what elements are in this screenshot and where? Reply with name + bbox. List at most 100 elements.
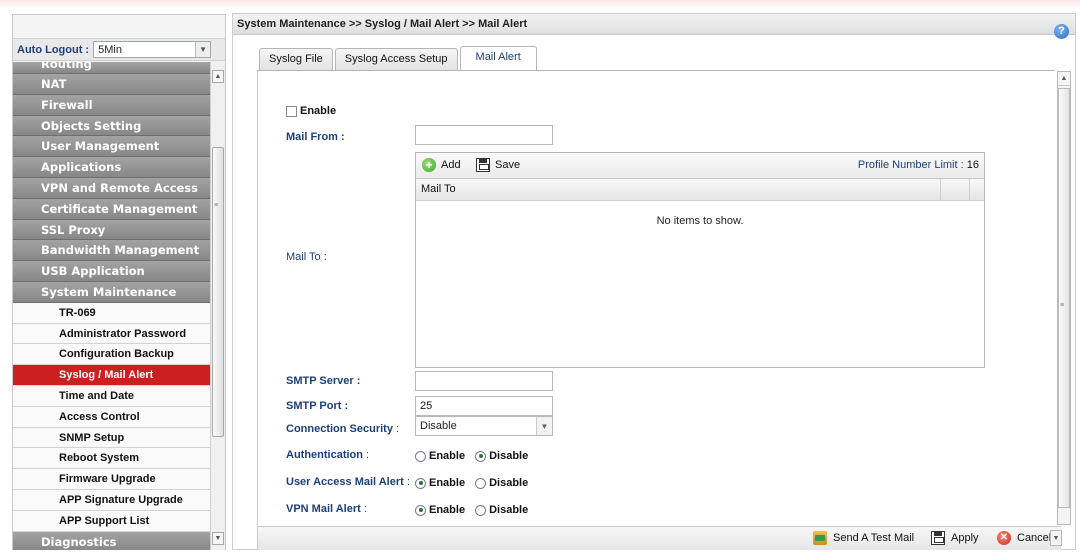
sidebar: Auto Logout : 5Min ▼ Routing NAT Firewall O… xyxy=(12,14,226,550)
cancel-button[interactable]: ✕ Cancel xyxy=(997,531,1051,545)
user-access-disable-option[interactable]: Disable xyxy=(475,477,528,489)
sidebar-scroll-thumb[interactable] xyxy=(212,147,224,437)
sidebar-scrollbar[interactable]: ▲ ≡ ▼ xyxy=(210,62,225,550)
sidebar-item-tr-069[interactable]: TR-069 xyxy=(13,302,211,324)
vpn-enable-radio[interactable] xyxy=(415,504,426,516)
user-access-disable-radio[interactable] xyxy=(475,477,487,489)
authentication-enable-option[interactable]: Enable xyxy=(415,450,465,462)
option-label: Enable xyxy=(429,477,466,489)
authentication-radio-group: Enable Disable xyxy=(415,450,538,462)
breadcrumb: System Maintenance >> Syslog / Mail Aler… xyxy=(233,14,1075,35)
send-test-mail-label: Send A Test Mail xyxy=(833,532,915,544)
scroll-down-icon[interactable]: ▼ xyxy=(212,532,224,545)
footer-bar: Send A Test Mail Apply ✕ Cancel ▼ xyxy=(257,526,1062,550)
sidebar-item-firewall[interactable]: Firewall xyxy=(13,94,211,116)
sidebar-item-app-signature-upgrade[interactable]: APP Signature Upgrade xyxy=(13,489,211,511)
tab-syslog-access-setup[interactable]: Syslog Access Setup xyxy=(334,48,458,70)
help-icon[interactable]: ? xyxy=(1054,24,1069,39)
smtp-port-label: SMTP Port : xyxy=(286,400,349,412)
grid-column-header[interactable]: Mail To xyxy=(416,179,984,201)
option-label: Disable xyxy=(489,450,529,462)
chevron-down-icon: ▼ xyxy=(536,417,552,435)
user-access-text: User Access Mail Alert xyxy=(286,476,404,488)
sidebar-header xyxy=(13,15,225,39)
mail-from-input[interactable] xyxy=(415,125,553,145)
authentication-disable-radio[interactable] xyxy=(475,450,487,462)
save-icon xyxy=(931,531,945,545)
save-label: Save xyxy=(495,159,521,171)
sidebar-item-app-support-list[interactable]: APP Support List xyxy=(13,510,211,532)
empty-message: No items to show. xyxy=(656,215,744,227)
sidebar-item-routing[interactable]: Routing xyxy=(13,62,211,74)
authentication-enable-radio[interactable] xyxy=(415,450,426,462)
sidebar-item-syslog-mail-alert[interactable]: Syslog / Mail Alert xyxy=(13,365,211,386)
vpn-disable-radio[interactable] xyxy=(475,504,487,516)
sidebar-item-certificate-management[interactable]: Certificate Management xyxy=(13,198,211,220)
scroll-down-icon[interactable]: ▼ xyxy=(1050,530,1062,546)
add-label: Add xyxy=(441,159,461,171)
add-button[interactable]: + Add xyxy=(422,158,461,172)
auto-logout-label: Auto Logout : xyxy=(17,43,90,56)
auto-logout-select[interactable]: 5Min ▼ xyxy=(93,41,212,58)
sidebar-item-access-control[interactable]: Access Control xyxy=(13,406,211,428)
scroll-up-icon[interactable]: ▲ xyxy=(1058,72,1070,86)
sidebar-item-applications[interactable]: Applications xyxy=(13,157,211,178)
sidebar-item-bandwidth-management[interactable]: Bandwidth Management xyxy=(13,240,211,262)
colon: : xyxy=(403,476,410,488)
user-access-enable-option[interactable]: Enable xyxy=(415,477,465,489)
scroll-up-icon[interactable]: ▲ xyxy=(212,70,224,83)
sidebar-item-user-management[interactable]: User Management xyxy=(13,136,211,158)
sidebar-item-vpn-and-remote-access[interactable]: VPN and Remote Access xyxy=(13,177,211,199)
connection-security-label: Connection Security : xyxy=(286,423,399,435)
tab-syslog-file[interactable]: Syslog File xyxy=(259,48,333,70)
mail-alert-form: Enable Mail From : Mail To : + Add Save … xyxy=(257,71,1055,525)
scroll-grip-icon: ≡ xyxy=(1060,302,1065,309)
column-mail-to: Mail To xyxy=(421,183,456,195)
sidebar-item-nat[interactable]: NAT xyxy=(13,74,211,95)
smtp-server-input[interactable] xyxy=(415,371,553,391)
scroll-grip-icon: ≡ xyxy=(214,202,219,209)
colon: : xyxy=(392,423,400,435)
connection-security-select[interactable]: Disable ▼ xyxy=(415,416,553,436)
authentication-disable-option[interactable]: Disable xyxy=(475,450,528,462)
cancel-icon: ✕ xyxy=(997,531,1011,545)
vpn-radio-group: Enable Disable xyxy=(415,504,538,516)
content-scroll-thumb[interactable] xyxy=(1058,88,1070,508)
sidebar-item-ssl-proxy[interactable]: SSL Proxy xyxy=(13,219,211,241)
colon: : xyxy=(360,503,367,515)
vpn-enable-option[interactable]: Enable xyxy=(415,504,465,516)
main-panel: System Maintenance >> Syslog / Mail Aler… xyxy=(232,13,1076,550)
enable-checkbox[interactable] xyxy=(286,105,297,117)
vpn-text: VPN Mail Alert xyxy=(286,503,361,515)
user-access-enable-radio[interactable] xyxy=(415,477,426,489)
sidebar-item-snmp-setup[interactable]: SNMP Setup xyxy=(13,427,211,449)
grid-toolbar: + Add Save Profile Number Limit : 16 xyxy=(416,153,984,179)
sidebar-item-objects-setting[interactable]: Objects Setting xyxy=(13,115,211,137)
sidebar-item-administrator-password[interactable]: Administrator Password xyxy=(13,323,211,345)
option-label: Disable xyxy=(489,477,529,489)
enable-row: Enable xyxy=(286,105,336,117)
auto-logout-value: 5Min xyxy=(98,43,122,56)
mail-from-label: Mail From : xyxy=(286,131,345,143)
sidebar-item-diagnostics[interactable]: Diagnostics xyxy=(13,531,211,550)
save-button[interactable]: Save xyxy=(476,158,520,172)
sidebar-item-configuration-backup[interactable]: Configuration Backup xyxy=(13,344,211,366)
send-test-mail-button[interactable]: Send A Test Mail xyxy=(813,531,914,545)
apply-button[interactable]: Apply xyxy=(931,531,979,545)
add-icon: + xyxy=(422,158,436,172)
connection-security-text: Connection Security xyxy=(286,423,393,435)
sidebar-item-reboot-system[interactable]: Reboot System xyxy=(13,448,211,470)
top-strip xyxy=(0,0,1080,8)
sidebar-item-system-maintenance[interactable]: System Maintenance xyxy=(13,281,211,303)
tab-mail-alert[interactable]: Mail Alert xyxy=(459,46,537,70)
sidebar-item-time-and-date[interactable]: Time and Date xyxy=(13,385,211,407)
profile-limit: Profile Number Limit : 16 xyxy=(858,159,979,171)
chevron-down-icon: ▼ xyxy=(195,42,211,57)
content-scrollbar[interactable]: ▲ ≡ xyxy=(1057,71,1071,525)
enable-label: Enable xyxy=(300,105,337,117)
vpn-disable-option[interactable]: Disable xyxy=(475,504,528,516)
sidebar-item-usb-application[interactable]: USB Application xyxy=(13,261,211,282)
column-menu[interactable] xyxy=(940,179,970,200)
sidebar-item-firmware-upgrade[interactable]: Firmware Upgrade xyxy=(13,469,211,490)
smtp-port-input[interactable]: 25 xyxy=(415,396,553,416)
